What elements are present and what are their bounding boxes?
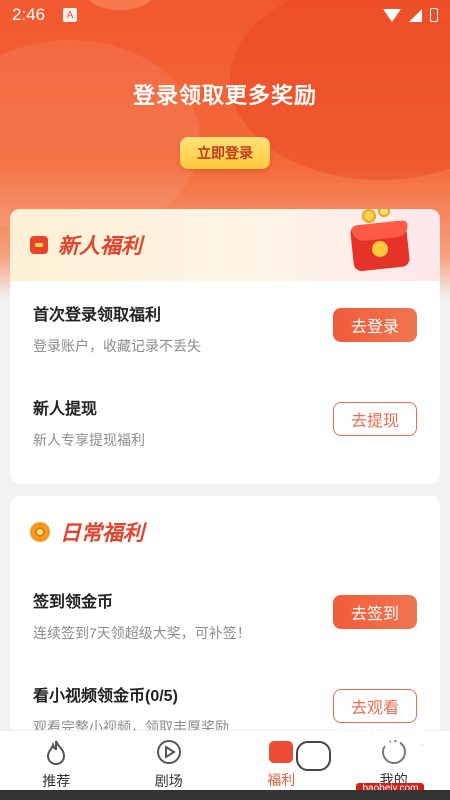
task-row-checkin: 签到领金币 连续签到7天领超级大奖，可补签！ 去签到 [10,568,440,662]
task-row-first-login: 首次登录领取福利 登录账户，收藏记录不丢失 去登录 [10,281,440,375]
battery-icon [430,8,438,22]
coin-icon [30,522,50,542]
section-header: 日常福利 [10,496,440,568]
task-title: 看小视频领金币(0/5) [33,688,178,705]
watermark-text: 宝贝游戏网 [334,723,427,781]
status-bar: 2:46 A [0,0,450,30]
gift-icon [268,739,294,764]
task-subtitle: 连续签到7天领超级大奖，可补签！ [33,625,251,641]
system-nav-bar [0,790,450,800]
login-now-button[interactable]: 立即登录 [180,137,270,169]
task-title: 签到领金币 [33,594,114,611]
tab-recommend[interactable]: 推荐 [0,731,113,790]
tab-label: 推荐 [42,773,71,789]
go-withdraw-button[interactable]: 去提现 [333,402,417,436]
task-row-withdraw: 新人提现 新人专享提现福利 去提现 [10,375,440,469]
section-title: 日常福利 [60,522,144,545]
tab-label: 福利 [267,772,296,788]
hero-title: 登录领取更多奖励 [132,83,317,108]
red-packet-illustration [344,209,412,275]
signal-icon [409,8,422,22]
daily-welfare-card: 日常福利 签到领金币 连续签到7天领超级大奖，可补签！ 去签到 看小视频领金币(… [10,496,440,736]
flame-icon [43,739,69,765]
new-user-welfare-card: 新人福利 首次登录领取福利 登录账户，收藏记录不丢失 去登录 新人提现 新人专享… [10,209,440,484]
section-title: 新人福利 [58,235,142,258]
notification-icon: A [63,8,78,22]
task-subtitle: 登录账户，收藏记录不丢失 [33,338,201,354]
tab-label: 剧场 [154,773,183,789]
gamepad-icon [296,741,331,771]
task-title: 首次登录领取福利 [33,307,162,324]
go-checkin-button[interactable]: 去签到 [333,595,417,629]
wifi-icon [383,8,401,22]
site-watermark: 宝贝游戏网 baobeiy.com [296,723,446,794]
red-envelope-icon [30,236,48,254]
section-header: 新人福利 [10,209,440,281]
tab-theater[interactable]: 剧场 [113,731,226,790]
task-title: 新人提现 [33,401,98,418]
go-login-button[interactable]: 去登录 [333,308,417,342]
task-subtitle: 新人专享提现福利 [33,432,145,448]
status-time: 2:46 [12,5,46,24]
play-icon [156,739,182,765]
